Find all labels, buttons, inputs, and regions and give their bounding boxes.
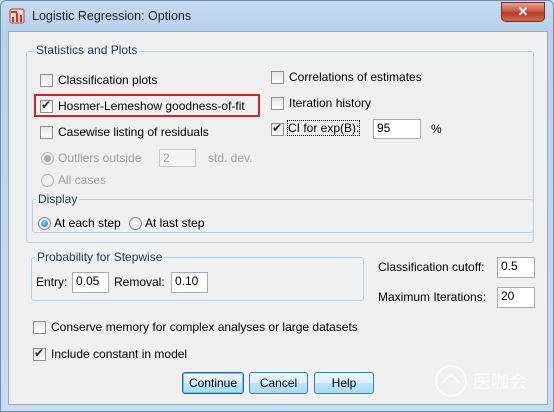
hosmer-lemeshow-label: Hosmer-Lemeshow goodness-of-fit [58, 99, 245, 113]
ci-level-input[interactable]: 95 [373, 119, 421, 139]
max-iterations-input[interactable]: 20 [497, 287, 535, 308]
correlations-checkbox[interactable] [271, 71, 284, 84]
classification-plots-checkbox[interactable] [40, 74, 53, 87]
iteration-history-checkbox[interactable] [271, 97, 284, 110]
removal-label: Removal: [114, 275, 165, 289]
spss-app-icon [9, 8, 25, 24]
watermark-text: 医咖会 [473, 372, 527, 393]
all-cases-radio[interactable] [41, 174, 54, 187]
watermark-logo-icon: 医咖会 [435, 365, 527, 397]
title-bar[interactable]: Logistic Regression: Options ✕ [1, 1, 553, 31]
ci-exp-checkbox[interactable] [271, 121, 284, 136]
classification-cutoff-input[interactable]: 0.5 [497, 257, 535, 278]
hosmer-lemeshow-checkbox[interactable] [40, 98, 53, 113]
outliers-outside-radio[interactable] [41, 152, 54, 165]
watermark: 医咖会 [433, 361, 553, 401]
removal-input[interactable]: 0.10 [171, 272, 208, 293]
at-each-step-label: At each step [54, 216, 121, 230]
dialog-window: Logistic Regression: Options ✕ Statistic… [0, 0, 554, 412]
close-icon: ✕ [517, 4, 529, 19]
outliers-outside-label: Outliers outside [58, 151, 142, 165]
entry-input[interactable]: 0.05 [72, 272, 109, 293]
conserve-memory-label: Conserve memory for complex analyses or … [51, 320, 358, 334]
entry-label: Entry: [36, 275, 68, 289]
ci-exp-label: CI for exp(B): [286, 120, 361, 136]
continue-button[interactable]: Continue [182, 372, 244, 394]
iteration-history-label: Iteration history [289, 96, 372, 110]
classification-plots-label: Classification plots [58, 73, 158, 87]
casewise-listing-checkbox[interactable] [40, 126, 53, 139]
conserve-memory-checkbox[interactable] [33, 321, 46, 334]
help-button[interactable]: Help [314, 372, 374, 394]
correlations-label: Correlations of estimates [289, 70, 422, 84]
cancel-button[interactable]: Cancel [249, 372, 308, 394]
classification-cutoff-label: Classification cutoff: [378, 260, 485, 274]
max-iterations-label: Maximum Iterations: [378, 290, 487, 304]
close-button[interactable]: ✕ [501, 2, 545, 22]
outliers-std-dev-input[interactable]: 2 [159, 149, 196, 167]
include-constant-checkbox[interactable] [33, 346, 46, 361]
include-constant-label: Include constant in model [51, 347, 188, 361]
std-dev-label: std. dev. [208, 151, 253, 165]
window-title: Logistic Regression: Options [32, 9, 192, 23]
at-last-step-label: At last step [145, 216, 205, 230]
at-last-step-radio[interactable] [129, 217, 142, 230]
at-each-step-radio[interactable] [38, 217, 51, 230]
all-cases-label: All cases [58, 173, 107, 187]
casewise-listing-label: Casewise listing of residuals [58, 125, 209, 139]
display-legend: Display [36, 192, 80, 206]
statistics-plots-legend: Statistics and Plots [34, 43, 140, 57]
stepwise-legend: Probability for Stepwise [35, 250, 165, 264]
percent-label: % [431, 122, 442, 136]
dialog-body: Statistics and Plots Classification plot… [8, 31, 548, 405]
